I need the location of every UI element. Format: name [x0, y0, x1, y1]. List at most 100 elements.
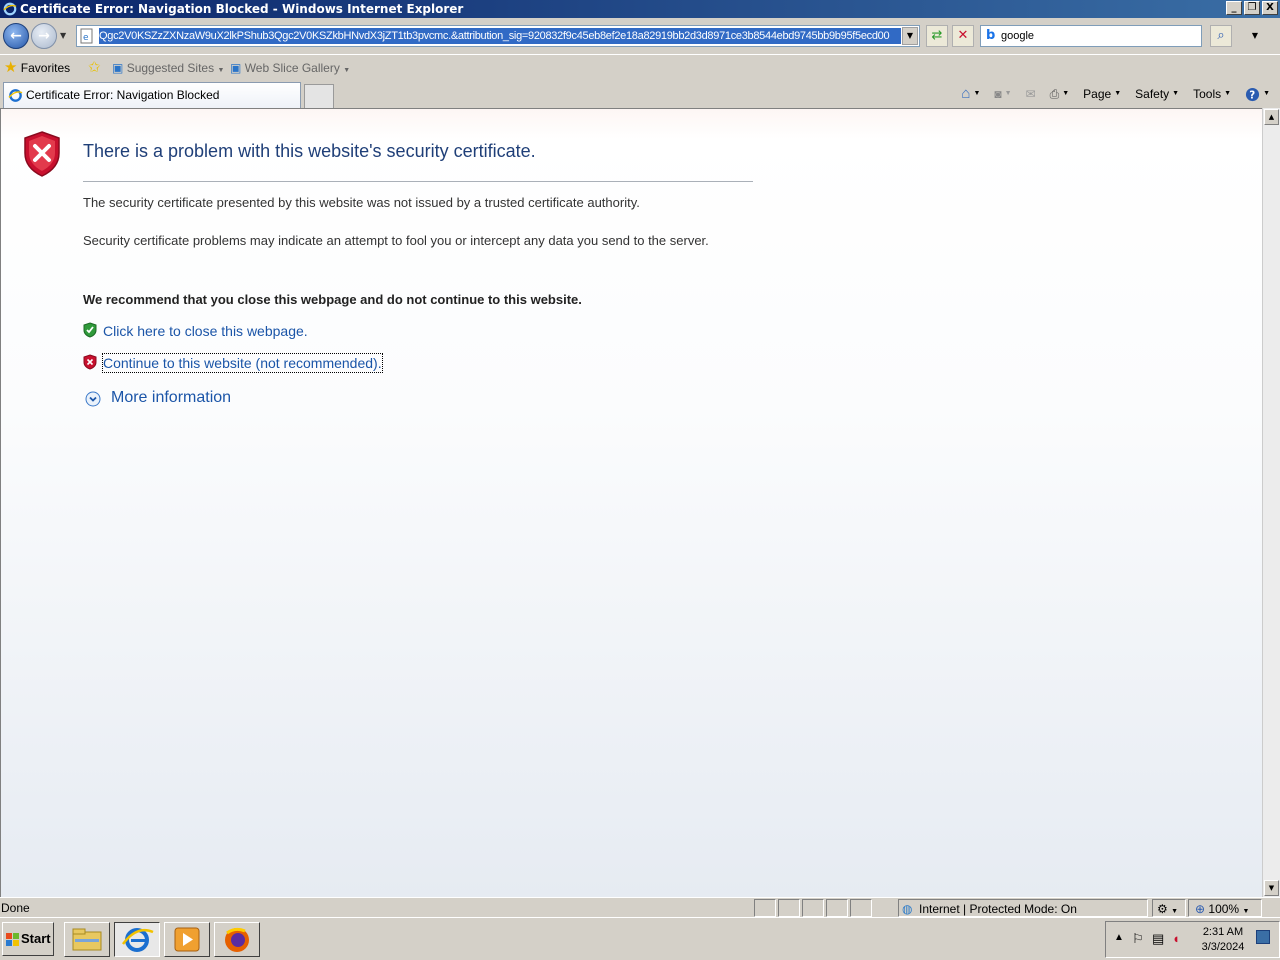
status-cell	[802, 899, 824, 917]
certificate-explanation: The security certificate presented by th…	[83, 195, 640, 210]
expand-more-info-icon[interactable]	[85, 391, 101, 407]
chevron-down-icon: ▼	[1263, 90, 1270, 97]
chevron-down-icon: ▼	[973, 90, 981, 97]
page-icon: e	[80, 28, 93, 44]
home-button[interactable]: ⌂ ▼	[961, 84, 980, 104]
help-menu-button[interactable]: ? ▼	[1245, 84, 1270, 104]
favorites-bar: ★ Favorites ✩ ▣ Suggested Sites ▼ ▣ Web …	[0, 54, 1280, 80]
volume-muted-icon[interactable]: ◖	[1172, 931, 1180, 946]
continue-to-website-link[interactable]: Continue to this website (not recommende…	[102, 353, 383, 373]
refresh-icon: ⇄	[931, 28, 943, 43]
bing-logo-icon: b	[986, 28, 996, 43]
ie-logo-icon	[3, 2, 17, 16]
suggested-sites-icon: ▣	[112, 61, 124, 75]
tab-certificate-error[interactable]: Certificate Error: Navigation Blocked	[3, 82, 301, 108]
certificate-warning: Security certificate problems may indica…	[83, 233, 709, 248]
add-to-favorites-bar-button[interactable]: ✩	[88, 59, 101, 77]
taskbar-internet-explorer[interactable]	[114, 922, 160, 957]
network-icon[interactable]: ▤	[1152, 931, 1164, 947]
suggested-sites-button[interactable]: ▣ Suggested Sites ▼	[112, 59, 224, 77]
page-content: There is a problem with this website's s…	[0, 108, 1262, 897]
feeds-button[interactable]: ◙ ▼	[994, 84, 1011, 104]
search-input[interactable]	[1001, 28, 1197, 44]
scroll-up-button[interactable]: ▲	[1264, 109, 1279, 125]
favorites-button[interactable]: ★ Favorites	[4, 59, 70, 77]
favorites-star-icon: ★	[4, 59, 18, 76]
show-desktop-button[interactable]	[1256, 930, 1270, 944]
zoom-icon: ⊕	[1195, 902, 1206, 916]
vertical-scrollbar[interactable]: ▲ ▼	[1262, 108, 1280, 897]
taskbar-explorer[interactable]	[64, 922, 110, 957]
taskbar-media-player[interactable]	[164, 922, 210, 957]
minimize-button[interactable]: _	[1226, 1, 1242, 15]
show-hidden-icons-button[interactable]: ▲	[1114, 932, 1124, 943]
ie-tab-icon	[8, 89, 23, 102]
scroll-down-button[interactable]: ▼	[1264, 880, 1279, 896]
more-information-link[interactable]: More information	[111, 389, 231, 407]
chevron-down-icon: ▼	[1171, 908, 1179, 915]
green-shield-icon	[83, 322, 97, 338]
globe-icon: ◍	[902, 902, 913, 916]
print-button[interactable]: ⎙ ▼	[1050, 84, 1070, 104]
svg-text:?: ?	[1249, 89, 1255, 101]
search-options-dropdown[interactable]: ▼	[1244, 25, 1266, 47]
search-button[interactable]: ⌕	[1210, 25, 1232, 47]
security-zone[interactable]: ◍ Internet | Protected Mode: On	[898, 899, 1148, 917]
back-button[interactable]: ←	[3, 23, 29, 49]
chevron-down-icon: ▼	[217, 67, 225, 74]
refresh-button[interactable]: ⇄	[926, 25, 948, 47]
status-cell	[754, 899, 776, 917]
rss-feed-icon: ◙	[994, 87, 1002, 101]
status-cell	[850, 899, 872, 917]
printer-icon: ⎙	[1049, 87, 1060, 101]
new-tab-button[interactable]	[304, 84, 334, 108]
stop-icon: ✕	[957, 28, 969, 43]
red-shield-icon	[83, 354, 97, 370]
address-dropdown-button[interactable]: ▼	[902, 27, 918, 45]
safety-menu-button[interactable]: Safety ▼	[1135, 84, 1179, 104]
taskbar: Start ▲ ⚐ ▤ ◖ 2:31 AM 3/3/2024	[0, 917, 1280, 960]
windows-logo-icon	[6, 933, 19, 946]
read-mail-button[interactable]: ✉	[1026, 84, 1036, 104]
chevron-down-icon: ▼	[1114, 90, 1122, 97]
action-center-flag-icon[interactable]: ⚐	[1132, 931, 1144, 947]
start-button[interactable]: Start	[2, 922, 54, 956]
window-title-bar[interactable]: Certificate Error: Navigation Blocked - …	[0, 0, 1280, 18]
chevron-down-icon: ▼	[1004, 90, 1012, 97]
folder-icon	[72, 928, 102, 951]
clock-date: 3/3/2024	[1201, 941, 1245, 953]
recent-pages-dropdown[interactable]: ▼	[60, 31, 70, 41]
recommendation-text: We recommend that you close this webpage…	[83, 292, 582, 307]
close-webpage-link[interactable]: Click here to close this webpage.	[103, 322, 308, 340]
search-box[interactable]: b	[980, 25, 1202, 47]
chevron-down-icon: ▼	[343, 67, 351, 74]
home-icon: ⌂	[961, 85, 971, 102]
web-slice-icon: ▣	[230, 61, 242, 75]
add-favorite-icon: ✩	[88, 59, 101, 76]
stop-button[interactable]: ✕	[952, 25, 974, 47]
zoom-button[interactable]: ⊕ 100% ▼	[1188, 899, 1262, 917]
page-title: There is a problem with this website's s…	[83, 141, 536, 161]
lock-settings-icon: ⚙	[1157, 902, 1168, 916]
tools-menu-button[interactable]: Tools ▼	[1193, 84, 1231, 104]
window-title: Certificate Error: Navigation Blocked - …	[20, 2, 464, 16]
forward-button[interactable]: →	[31, 23, 57, 49]
firefox-icon	[225, 927, 249, 952]
favorites-label: Favorites	[20, 61, 71, 75]
close-window-button[interactable]: X	[1262, 1, 1278, 15]
page-menu-button[interactable]: Page ▼	[1083, 84, 1121, 104]
restore-button[interactable]: ❐	[1244, 1, 1260, 15]
web-slice-gallery-button[interactable]: ▣ Web Slice Gallery ▼	[230, 59, 350, 77]
chevron-down-icon: ▼	[1062, 90, 1070, 97]
address-url-text[interactable]: Qgc2V0KSZzZXNzaW9uX2lkPShub3Qgc2V0KSZkbH…	[99, 28, 901, 44]
web-slice-gallery-label: Web Slice Gallery	[244, 61, 340, 75]
help-icon: ?	[1246, 87, 1260, 101]
clock-time: 2:31 AM	[1202, 926, 1244, 938]
forward-arrow-icon: →	[38, 28, 50, 44]
protected-mode-button[interactable]: ⚙ ▼	[1152, 899, 1186, 917]
clock[interactable]: 2:31 AM 3/3/2024	[1198, 925, 1248, 955]
address-bar[interactable]: e Qgc2V0KSZzZXNzaW9uX2lkPShub3Qgc2V0KSZk…	[76, 25, 920, 47]
zoom-level: 100%	[1208, 902, 1240, 916]
taskbar-firefox[interactable]	[214, 922, 260, 957]
chevron-down-icon: ▼	[1242, 908, 1250, 915]
